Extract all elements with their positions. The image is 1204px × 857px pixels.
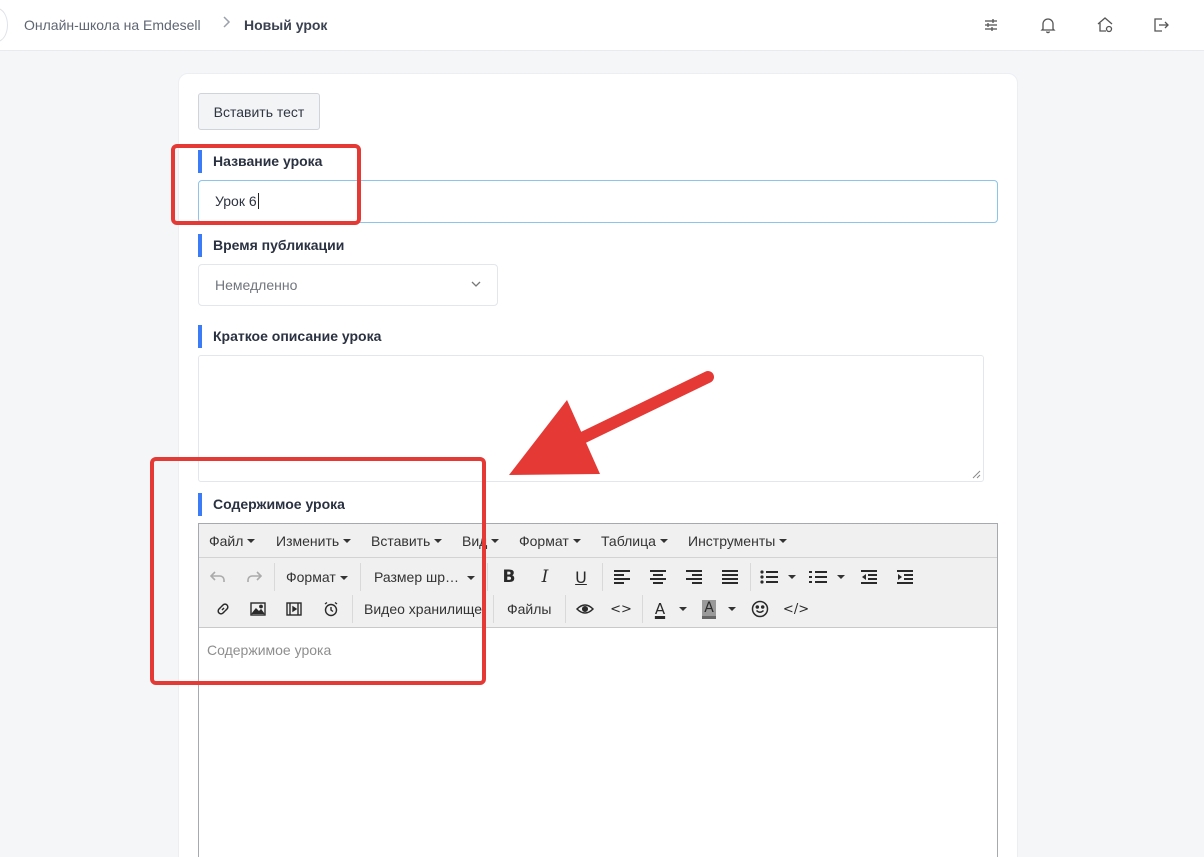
caret-down-icon[interactable] [788,575,796,579]
align-left-icon[interactable] [609,565,635,589]
files-button[interactable]: Файлы [507,601,551,617]
text-color-button[interactable]: A [647,597,673,621]
publish-time-value: Немедленно [215,277,298,293]
toolbar-separator [750,563,751,591]
breadcrumb-separator-icon [221,15,231,33]
annotation-arrow-icon [509,371,714,475]
toolbar-separator [493,595,494,623]
caret-down-icon[interactable] [679,607,687,611]
background-color-button[interactable]: A [696,597,722,621]
bell-icon[interactable] [1037,14,1059,36]
align-right-icon[interactable] [681,565,707,589]
home-settings-icon[interactable] [1094,14,1116,36]
bullet-list-icon[interactable] [756,565,782,589]
underline-button[interactable]: U [568,565,594,589]
sidebar-toggle[interactable] [0,8,8,42]
toolbar-separator [565,595,566,623]
code-sample-button[interactable]: <> [608,597,634,621]
toolbar-separator [602,563,603,591]
outdent-icon[interactable] [856,565,882,589]
description-label: Краткое описание урока [198,325,381,348]
menu-tools[interactable]: Инструменты [688,533,787,549]
align-center-icon[interactable] [645,565,671,589]
insert-test-button[interactable]: Вставить тест [198,93,320,130]
top-bar: Онлайн-школа на Emdesell Новый урок [0,0,1204,51]
logout-icon[interactable] [1150,14,1172,36]
toolbar-separator [487,563,488,591]
source-code-button[interactable]: </> [783,597,809,621]
chevron-down-icon [471,281,481,287]
publish-time-label: Время публикации [198,234,344,257]
indent-icon[interactable] [892,565,918,589]
toolbar-separator [642,595,643,623]
annotation-highlight-box [171,144,361,225]
publish-time-select[interactable]: Немедленно [198,264,498,306]
emoji-icon[interactable] [747,597,773,621]
menu-format[interactable]: Формат [519,533,581,549]
caret-down-icon[interactable] [837,575,845,579]
resize-grip-icon[interactable] [971,469,981,479]
preview-eye-icon[interactable] [572,597,598,621]
menu-table[interactable]: Таблица [601,533,668,549]
background-color-glyph: A [702,599,716,619]
italic-button[interactable]: I [532,565,558,589]
sliders-icon[interactable] [980,14,1002,36]
align-justify-icon[interactable] [717,565,743,589]
bold-button[interactable]: B [496,565,522,589]
caret-down-icon[interactable] [728,607,736,611]
numbered-list-icon[interactable] [805,565,831,589]
breadcrumb-current: Новый урок [244,17,328,33]
annotation-highlight-box [150,457,486,685]
breadcrumb-school[interactable]: Онлайн-школа на Emdesell [24,17,201,34]
